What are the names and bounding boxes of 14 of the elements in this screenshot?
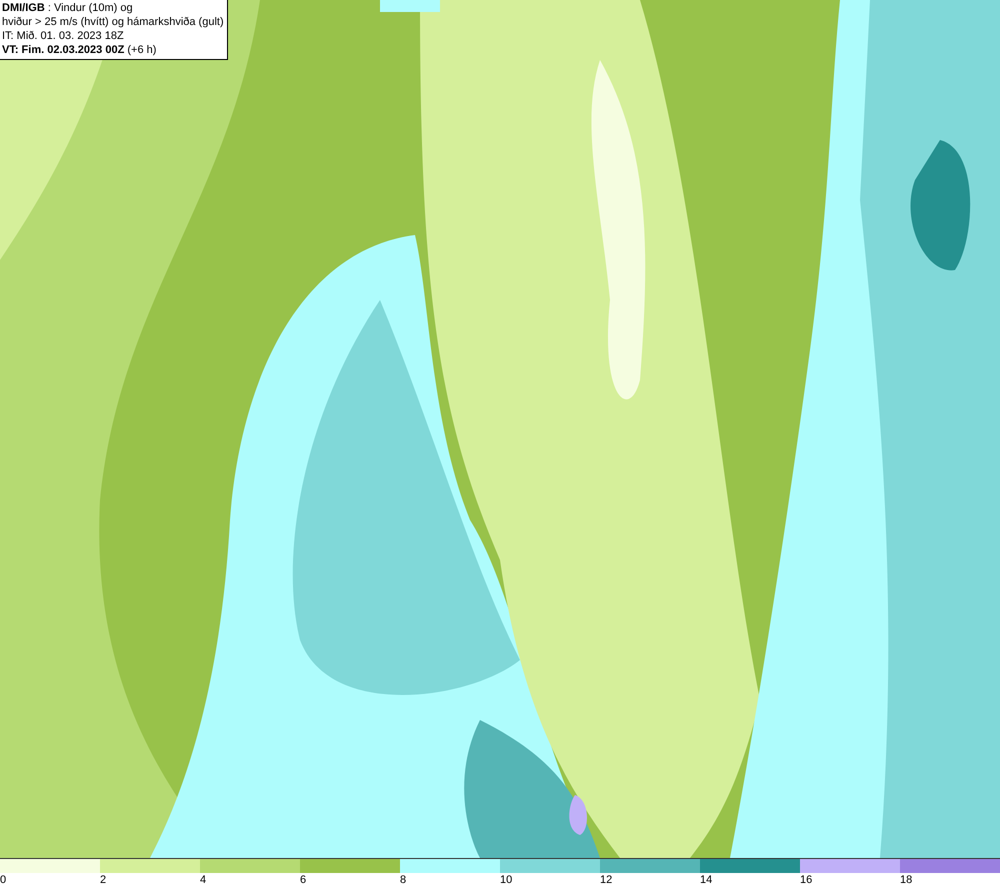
tick-label: 0	[0, 873, 6, 887]
legend-text: IT: Mið. 01. 03. 2023 18Z	[2, 29, 125, 43]
tick-label: 4	[200, 873, 206, 887]
tick-label: 2	[100, 873, 106, 887]
tick-label: 6	[300, 873, 306, 887]
legend-text: VT: Fim. 02.03.2023 00Z (+6 h)	[2, 43, 158, 57]
tick-label: 8	[400, 873, 406, 887]
tick-label: 16	[800, 873, 812, 887]
tick-label: 18	[900, 873, 912, 887]
legend-text: hviður > 25 m/s (hvítt) og hámarkshviða (gult)	[2, 15, 224, 29]
tick-label: 14	[700, 873, 712, 887]
tick-label: 12	[600, 873, 612, 887]
legend-text: DMI/IGB : Vindur (10m) og	[2, 1, 134, 15]
tick-label: 10	[500, 873, 512, 887]
